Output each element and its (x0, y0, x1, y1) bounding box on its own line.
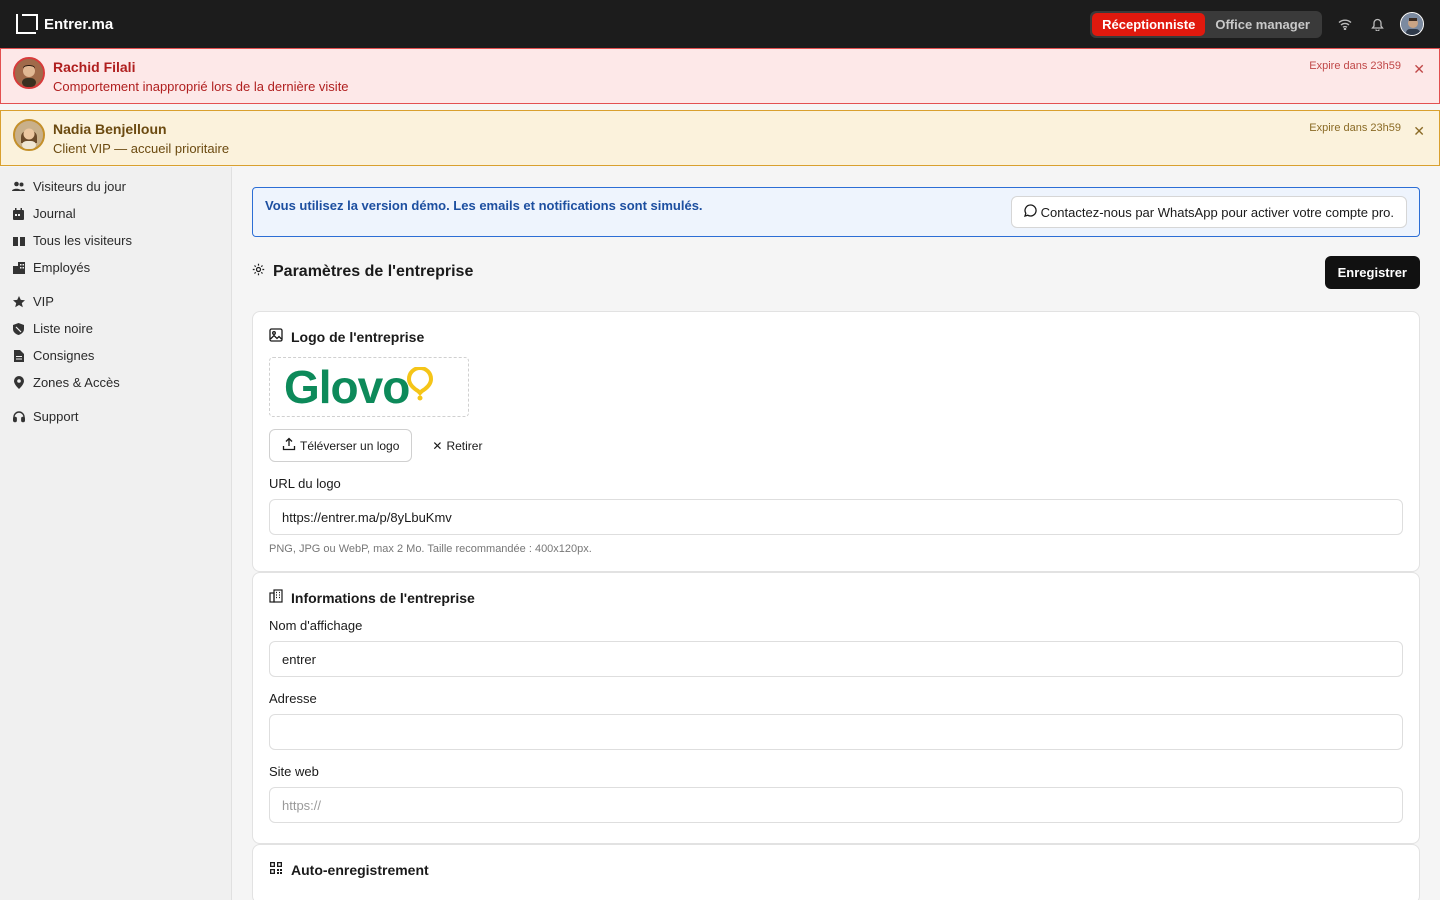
alert-message: Client VIP — accueil prioritaire (53, 141, 230, 156)
demo-banner-text: Vous utilisez la version démo. Les email… (265, 198, 703, 213)
brand[interactable]: Entrer.ma (16, 14, 113, 34)
display-name-input[interactable] (269, 641, 1403, 677)
logo-preview: Glovo (269, 357, 469, 417)
demo-banner: Vous utilisez la version démo. Les email… (252, 187, 1420, 237)
brand-logo-icon (16, 14, 38, 34)
sidebar-item-consignes[interactable]: Consignes (0, 342, 231, 369)
sidebar-item-support[interactable]: Support (0, 403, 231, 430)
upload-icon (282, 437, 296, 454)
website-label: Site web (269, 764, 319, 779)
remove-logo-button[interactable]: ✕ Retirer (432, 439, 482, 453)
alert-name: Rachid Filali (53, 59, 136, 75)
sidebar-item-vip[interactable]: VIP (0, 288, 231, 315)
top-bar: Entrer.ma Réceptionniste Office manager (0, 0, 1440, 48)
alert-avatar (13, 57, 45, 89)
sidebar-item-journal[interactable]: Journal (0, 200, 231, 227)
upload-logo-label: Téléverser un logo (300, 438, 400, 453)
headset-icon (12, 410, 25, 423)
shield-icon (12, 322, 25, 335)
close-icon[interactable]: ✕ (1413, 61, 1425, 78)
user-avatar[interactable] (1400, 12, 1424, 36)
auto-registration-card-title: Auto-enregistrement (291, 861, 429, 878)
role-receptionist-button[interactable]: Réceptionniste (1092, 12, 1206, 36)
company-logo-text: Glovo (284, 361, 410, 413)
qr-code-icon (269, 861, 283, 878)
alert-name: Nadia Benjelloun (53, 121, 167, 137)
address-label: Adresse (269, 691, 317, 706)
close-icon[interactable]: ✕ (1413, 123, 1425, 140)
sidebar-item-label: Employés (33, 260, 91, 275)
location-pin-icon (12, 376, 25, 389)
alert-expire: Expire dans 23h59 (1309, 122, 1401, 134)
upload-logo-button[interactable]: Téléverser un logo (269, 429, 413, 462)
brand-name: Entrer.ma (44, 15, 114, 33)
display-name-label: Nom d'affichage (269, 618, 363, 633)
sidebar-item-zones-acces[interactable]: Zones & Accès (0, 369, 231, 396)
sidebar-item-label: Journal (33, 206, 76, 221)
company-info-card: Informations de l'entreprise Nom d'affic… (252, 572, 1420, 844)
sidebar-item-label: VIP (33, 294, 54, 309)
glovo-pin-icon (407, 365, 434, 401)
company-info-card-title: Informations de l'entreprise (291, 589, 475, 606)
alert-avatar (13, 119, 45, 151)
auto-registration-card: Auto-enregistrement (252, 844, 1420, 900)
logo-hint: PNG, JPG ou WebP, max 2 Mo. Taille recom… (269, 543, 592, 555)
logo-url-input[interactable] (269, 499, 1403, 535)
sidebar-item-label: Tous les visiteurs (33, 233, 132, 248)
sidebar-item-employes[interactable]: Employés (0, 254, 231, 281)
alert-message: Comportement inapproprié lors de la dern… (53, 79, 349, 94)
alert-expire: Expire dans 23h59 (1309, 60, 1401, 72)
sidebar-item-label: Zones & Accès (33, 375, 120, 390)
alert-blacklist: Rachid Filali Comportement inapproprié l… (0, 48, 1440, 104)
logo-card-title: Logo de l'entreprise (291, 328, 425, 345)
role-switch: Réceptionniste Office manager (1090, 10, 1322, 38)
building-icon (12, 261, 25, 274)
whatsapp-contact-label: Contactez-nous par WhatsApp pour activer… (1040, 204, 1394, 220)
alert-vip: Nadia Benjelloun Client VIP — accueil pr… (0, 110, 1440, 166)
book-icon (12, 234, 25, 247)
sidebar-item-liste-noire[interactable]: Liste noire (0, 315, 231, 342)
sidebar-item-label: Consignes (33, 348, 95, 363)
role-office-manager-button[interactable]: Office manager (1205, 13, 1320, 36)
sidebar-item-label: Liste noire (33, 321, 93, 336)
document-icon (12, 349, 25, 362)
sidebar-item-label: Visiteurs du jour (33, 179, 126, 194)
remove-logo-label: Retirer (446, 438, 483, 453)
sidebar-item-label: Support (33, 409, 79, 424)
calendar-icon (12, 207, 25, 220)
sidebar-item-tous-les-visiteurs[interactable]: Tous les visiteurs (0, 227, 231, 254)
sidebar: Visiteurs du jour Journal Tous les visit… (0, 167, 232, 900)
star-icon (12, 295, 25, 308)
address-input[interactable] (269, 714, 1403, 750)
wifi-icon[interactable] (1336, 15, 1354, 33)
logo-card: Logo de l'entreprise Glovo Téléverser un… (252, 311, 1420, 572)
image-icon (269, 328, 283, 345)
gear-icon (252, 263, 265, 281)
whatsapp-contact-button[interactable]: Contactez-nous par WhatsApp pour activer… (1010, 196, 1407, 228)
main-content: Vous utilisez la version démo. Les email… (232, 167, 1440, 900)
chat-bubble-icon (1023, 204, 1037, 220)
sidebar-item-visiteurs-du-jour[interactable]: Visiteurs du jour (0, 173, 231, 200)
close-icon: ✕ (432, 438, 443, 453)
save-button[interactable]: Enregistrer (1324, 255, 1420, 289)
bell-icon[interactable] (1368, 15, 1386, 33)
logo-url-label: URL du logo (269, 476, 341, 491)
page-title: Paramètres de l'entreprise (273, 263, 474, 280)
users-icon (12, 180, 25, 193)
building-icon (269, 589, 283, 606)
website-input[interactable] (269, 787, 1403, 823)
